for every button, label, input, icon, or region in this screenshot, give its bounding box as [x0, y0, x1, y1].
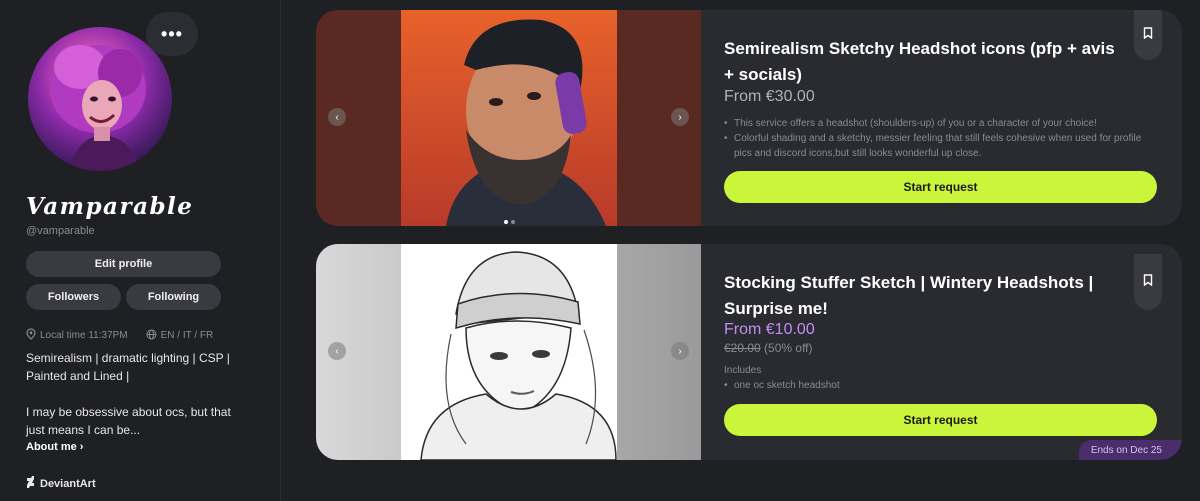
commission-card[interactable]: ‹ › Semirealism Sketchy Headshot icons (… [316, 10, 1182, 226]
globe-icon [146, 329, 157, 343]
old-price: €20.00 [724, 341, 761, 355]
card-original-price: €20.00 (50% off) [724, 341, 813, 355]
bookmark-button[interactable] [1134, 10, 1162, 60]
edit-profile-button[interactable]: Edit profile [26, 251, 221, 277]
chevron-right-icon: › [678, 111, 682, 123]
languages: EN / IT / FR [160, 330, 214, 341]
bookmark-icon [1143, 26, 1153, 44]
chevron-left-icon: ‹ [335, 345, 339, 357]
profile-meta: Local time 11:37PM EN / IT / FR [26, 328, 213, 343]
gallery-next-button[interactable]: › [671, 342, 689, 360]
pagination-dot[interactable] [504, 220, 508, 224]
ellipsis-icon: ••• [161, 23, 183, 44]
commission-card[interactable]: ‹ › Stocking Stuffer Sketch | Wintery He… [316, 244, 1182, 460]
display-name: Vamparable [26, 193, 194, 220]
commission-preview-image [316, 244, 701, 460]
column-divider [280, 0, 281, 501]
card-details: Semirealism Sketchy Headshot icons (pfp … [724, 10, 1157, 226]
start-request-button[interactable]: Start request [724, 171, 1157, 203]
local-time: Local time 11:37PM [40, 330, 128, 341]
gallery-prev-button[interactable]: ‹ [328, 108, 346, 126]
avatar-illustration [50, 45, 146, 171]
avatar[interactable] [28, 27, 172, 171]
gallery-pagination [504, 220, 515, 224]
start-request-button[interactable]: Start request [724, 404, 1157, 436]
followers-button[interactable]: Followers [26, 284, 121, 310]
about-me-link[interactable]: About me › [26, 441, 83, 453]
commission-preview-image [316, 10, 701, 226]
deviantart-label: DeviantArt [40, 477, 96, 490]
sale-ends-badge: Ends on Dec 25 [1078, 440, 1182, 460]
following-button[interactable]: Following [126, 284, 221, 310]
bookmark-icon [1143, 273, 1153, 291]
location-pin-icon [26, 328, 36, 343]
user-handle: @vamparable [26, 225, 95, 237]
card-sale-price: From €10.00 [724, 321, 815, 338]
card-title: Stocking Stuffer Sketch | Wintery Headsh… [724, 273, 1094, 318]
description-item: Colorful shading and a sketchy, messier … [724, 131, 1154, 161]
description-item: This service offers a headshot (shoulder… [724, 116, 1154, 131]
profile-sidebar: ••• Vamparable @vamparable Edit profile … [0, 0, 250, 501]
deviantart-link[interactable]: DeviantArt [26, 476, 96, 491]
more-options-button[interactable]: ••• [146, 12, 198, 56]
bookmark-button[interactable] [1134, 254, 1162, 310]
discount-label: (50% off) [764, 341, 813, 355]
card-details: Stocking Stuffer Sketch | Wintery Headsh… [724, 244, 1157, 460]
includes-item: one oc sketch headshot [724, 378, 1154, 393]
deviantart-icon [26, 476, 35, 491]
pagination-dot[interactable] [511, 220, 515, 224]
bio-excerpt: I may be obsessive about ocs, but that j… [26, 405, 231, 437]
chevron-right-icon: › [678, 345, 682, 357]
includes-heading: Includes [724, 365, 762, 376]
gallery-next-button[interactable]: › [671, 108, 689, 126]
gallery-prev-button[interactable]: ‹ [328, 342, 346, 360]
card-price: From €30.00 [724, 88, 815, 105]
card-gallery[interactable]: ‹ › [316, 10, 701, 226]
card-title: Semirealism Sketchy Headshot icons (pfp … [724, 39, 1115, 84]
card-gallery[interactable]: ‹ › [316, 244, 701, 460]
bio-tagline: Semirealism | dramatic lighting | CSP | … [26, 351, 230, 383]
chevron-left-icon: ‹ [335, 111, 339, 123]
includes-list: one oc sketch headshot [724, 378, 1154, 393]
card-description: This service offers a headshot (shoulder… [724, 116, 1154, 161]
